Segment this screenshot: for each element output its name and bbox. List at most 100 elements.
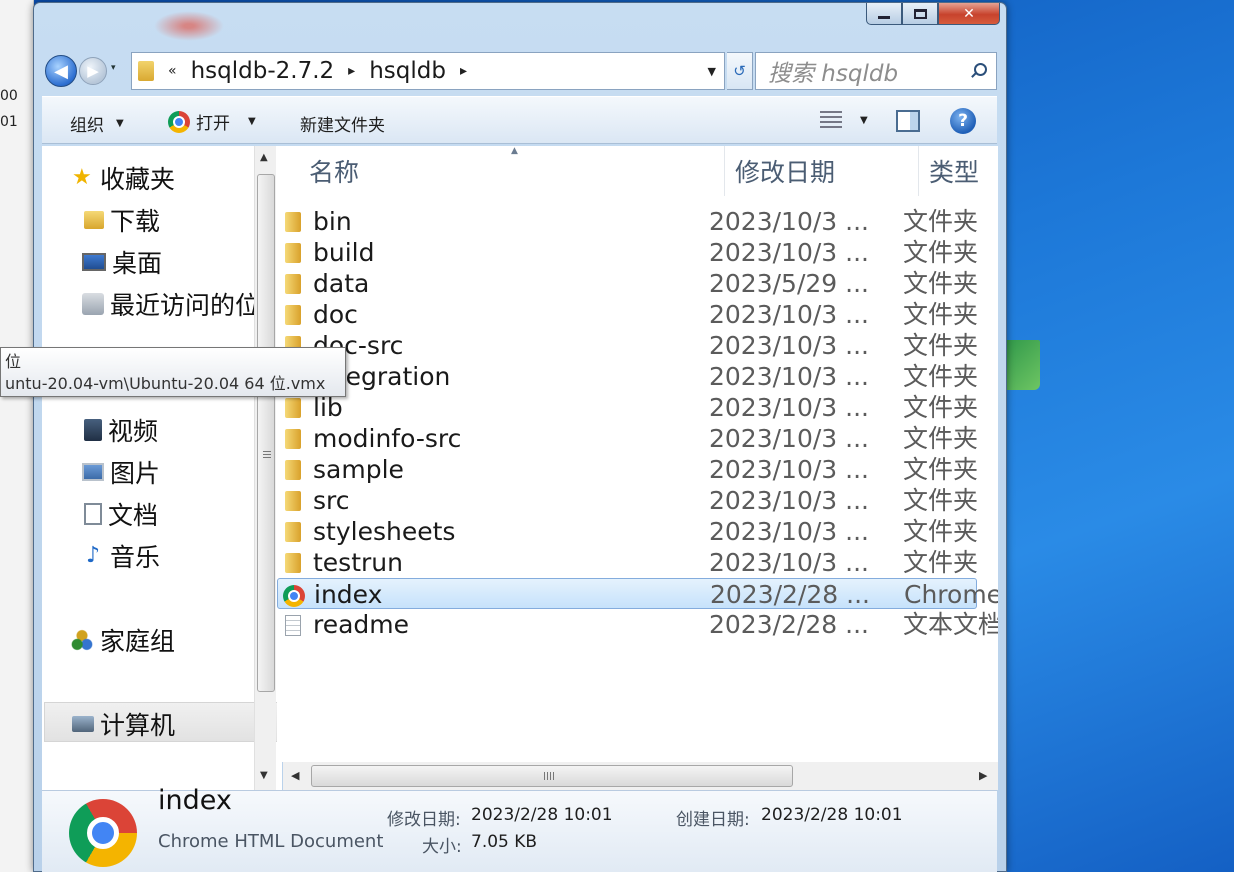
file-name: src (313, 486, 350, 515)
file-type: 文件夹 (903, 269, 979, 298)
open-button[interactable]: 打开 ▼ (168, 109, 256, 134)
search-box[interactable]: 搜索 hsqldb (755, 52, 997, 90)
nav-pane-scrollbar[interactable]: ▲ ▼ (254, 146, 276, 790)
scroll-left-icon[interactable]: ◀ (291, 769, 299, 782)
nav-scroll-thumb[interactable] (257, 174, 275, 692)
search-input[interactable]: 搜索 hsqldb (768, 54, 970, 88)
file-row[interactable]: build 2023/10/3 ... 文件夹 (277, 237, 978, 268)
file-type: Chrome HTML Document (904, 580, 998, 609)
file-modified-date: 2023/10/3 ... (709, 300, 869, 329)
back-button[interactable]: ◀ (45, 55, 77, 87)
nav-videos[interactable]: 视频 (84, 412, 158, 448)
nav-desktop[interactable]: 桌面 (82, 244, 162, 280)
file-name: data (313, 269, 370, 298)
maximize-button[interactable] (902, 3, 938, 25)
nav-documents[interactable]: 文档 (84, 496, 158, 532)
file-row[interactable]: doc-src 2023/10/3 ... 文件夹 (277, 330, 978, 361)
tooltip-line: untu-20.04-vm\Ubuntu-20.04 64 位.vmx (5, 374, 326, 393)
nav-music[interactable]: ♪ 音乐 (82, 538, 160, 574)
nav-recent-places[interactable]: 最近访问的位 (82, 286, 260, 322)
address-dropdown-icon[interactable]: ▼ (708, 65, 716, 78)
file-row[interactable]: bin 2023/10/3 ... 文件夹 (277, 206, 978, 237)
chrome-icon (69, 799, 137, 867)
hscroll-thumb[interactable] (311, 765, 793, 787)
breadcrumb-hsqldb[interactable]: hsqldb (369, 58, 446, 84)
organize-label: 组织 (70, 116, 104, 136)
nav-computer[interactable]: 计算机 (72, 706, 175, 742)
file-row[interactable]: sample 2023/10/3 ... 文件夹 (277, 454, 978, 485)
details-created-value: 2023/2/28 10:01 (761, 805, 903, 825)
maximize-icon (913, 8, 927, 19)
file-modified-date: 2023/10/3 ... (709, 548, 869, 577)
navigation-pane: ★ 收藏夹 下载 桌面 最近访问的位 视频 图片 文档 ♪ 音乐 家庭组 计算机 (42, 146, 282, 792)
file-row[interactable]: stylesheets 2023/10/3 ... 文件夹 (277, 516, 978, 547)
nav-pictures-label: 图片 (110, 459, 161, 488)
file-name: index (314, 580, 383, 609)
open-label: 打开 (196, 114, 230, 134)
file-name: build (313, 238, 375, 267)
file-row[interactable]: src 2023/10/3 ... 文件夹 (277, 485, 978, 516)
file-row[interactable]: integration 2023/10/3 ... 文件夹 (277, 361, 978, 392)
recent-pages-dropdown[interactable]: ▾ (111, 63, 116, 73)
file-row[interactable]: readme 2023/2/28 ... 文本文档 (277, 609, 998, 640)
details-size-value: 7.05 KB (471, 832, 538, 852)
scroll-grip-icon (544, 772, 556, 780)
nav-favorites-label: 收藏夹 (100, 165, 176, 194)
file-row[interactable]: lib 2023/10/3 ... 文件夹 (277, 392, 978, 423)
file-row[interactable]: data 2023/5/29 ... 文件夹 (277, 268, 978, 299)
file-type: 文件夹 (903, 486, 979, 515)
file-name: stylesheets (313, 517, 456, 546)
nav-recent-label: 最近访问的位 (110, 291, 261, 320)
folder-icon (285, 522, 301, 542)
caption-buttons: ✕ (866, 3, 1000, 25)
breadcrumb-hsqldb-2-7-2[interactable]: hsqldb-2.7.2 (191, 58, 335, 84)
file-row[interactable]: index 2023/2/28 ... Chrome HTML Document (277, 578, 998, 609)
file-row[interactable]: testrun 2023/10/3 ... 文件夹 (277, 547, 978, 578)
star-icon: ★ (72, 165, 92, 190)
breadcrumb-separator[interactable]: ▸ (348, 63, 355, 79)
nav-desktop-label: 桌面 (112, 249, 163, 278)
file-type: 文件夹 (903, 362, 979, 391)
folder-icon (285, 460, 301, 480)
chrome-icon (283, 585, 305, 607)
breadcrumb-separator[interactable]: ▸ (460, 63, 467, 79)
close-button[interactable]: ✕ (938, 3, 1000, 25)
scroll-down-icon[interactable]: ▼ (260, 770, 268, 781)
help-icon: ? (958, 111, 968, 131)
file-list-hscrollbar[interactable]: ◀ ▶ (283, 762, 998, 790)
folder-icon (285, 305, 301, 325)
new-folder-button[interactable]: 新建文件夹 (300, 111, 385, 136)
search-icon[interactable] (970, 63, 987, 79)
music-note-icon: ♪ (85, 543, 101, 568)
file-modified-date: 2023/10/3 ... (709, 393, 869, 422)
column-header-name[interactable]: 名称 (299, 146, 359, 196)
folder-icon (285, 243, 301, 263)
file-row[interactable]: modinfo-src 2023/10/3 ... 文件夹 (277, 423, 978, 454)
refresh-button[interactable]: ↺ (727, 52, 753, 90)
background-text-fragment: 00 (0, 88, 18, 104)
video-library-icon (84, 419, 102, 441)
breadcrumb-overflow[interactable]: « (168, 63, 177, 79)
preview-pane-button[interactable] (896, 110, 920, 132)
change-view-button[interactable]: ▼ (820, 111, 868, 129)
column-header-modified[interactable]: 修改日期 (725, 146, 835, 196)
downloads-folder-icon (84, 211, 104, 229)
nav-favorites[interactable]: ★ 收藏夹 (72, 160, 175, 196)
file-type: 文件夹 (903, 393, 979, 422)
file-modified-date: 2023/10/3 ... (709, 486, 869, 515)
file-modified-date: 2023/10/3 ... (709, 238, 869, 267)
scroll-up-icon[interactable]: ▲ (260, 152, 268, 163)
scroll-right-icon[interactable]: ▶ (979, 769, 987, 782)
file-type: 文件夹 (903, 517, 979, 546)
nav-downloads[interactable]: 下载 (84, 202, 160, 238)
organize-button[interactable]: 组织 ▼ (70, 111, 124, 136)
file-name: readme (313, 610, 410, 639)
file-row[interactable]: doc 2023/10/3 ... 文件夹 (277, 299, 978, 330)
minimize-button[interactable] (866, 3, 902, 25)
nav-homegroup[interactable]: 家庭组 (70, 622, 175, 658)
forward-button[interactable]: ▶ (79, 57, 107, 85)
nav-pictures[interactable]: 图片 (82, 454, 160, 490)
address-bar[interactable]: « hsqldb-2.7.2 ▸ hsqldb ▸ ▼ (131, 52, 725, 90)
help-button[interactable]: ? (950, 108, 976, 134)
column-header-type[interactable]: 类型 (919, 146, 979, 196)
